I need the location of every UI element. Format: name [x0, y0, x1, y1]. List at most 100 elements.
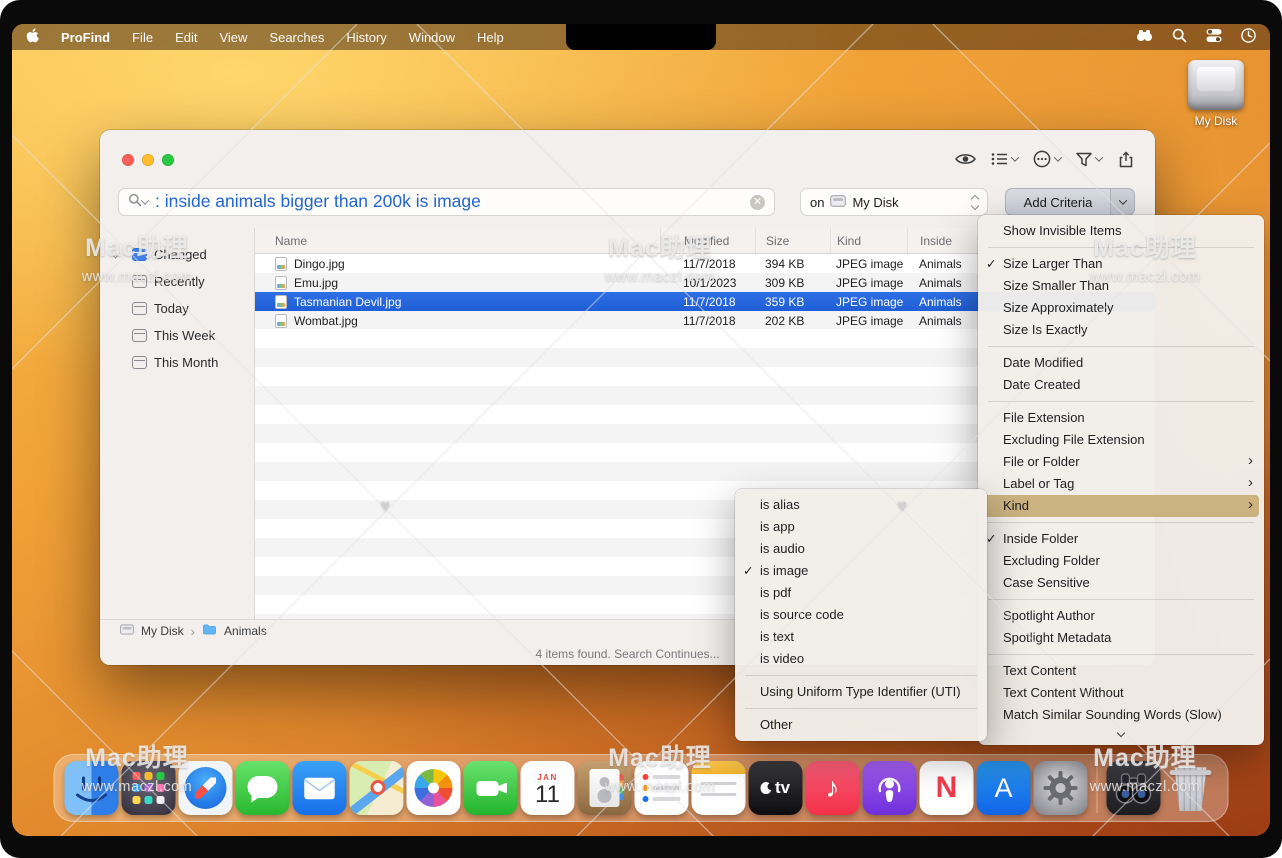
menu-item-text-content-without[interactable]: Text Content Without: [978, 682, 1264, 704]
dock-contacts-icon[interactable]: [578, 761, 632, 815]
menu-item-spotlight-metadata[interactable]: Spotlight Metadata: [978, 627, 1264, 649]
dock-appletv-icon[interactable]: tv: [749, 761, 803, 815]
column-header-kind[interactable]: Kind: [830, 228, 907, 253]
file-name-cell: Dingo.jpg: [255, 257, 660, 271]
dock-maps-icon[interactable]: [350, 761, 404, 815]
search-icon[interactable]: [1172, 28, 1187, 46]
sidebar-item-this-month[interactable]: This Month: [100, 349, 254, 376]
dock-launchpad-icon[interactable]: [122, 761, 176, 815]
menu-item-is-alias[interactable]: is alias: [735, 494, 987, 516]
clock-icon[interactable]: [1241, 28, 1256, 46]
add-criteria-dropdown-segment[interactable]: [1110, 189, 1134, 215]
dock-news-icon[interactable]: N: [920, 761, 974, 815]
sidebar-item-this-week[interactable]: This Week: [100, 322, 254, 349]
dock-safari-icon[interactable]: [179, 761, 233, 815]
zoom-button[interactable]: [162, 154, 174, 166]
clear-search-button[interactable]: ✕: [750, 195, 765, 210]
menu-item-size-approximately[interactable]: Size Approximately: [978, 297, 1264, 319]
menu-item-is-audio[interactable]: is audio: [735, 538, 987, 560]
sidebar-item-changed[interactable]: Changed: [100, 241, 254, 268]
menubar-app-name[interactable]: ProFind: [61, 30, 110, 45]
menu-item-label-or-tag[interactable]: Label or Tag›: [978, 473, 1264, 495]
dock-notes-icon[interactable]: [692, 761, 746, 815]
dock-calendar-icon[interactable]: JAN11: [521, 761, 575, 815]
menu-item-inside-folder[interactable]: ✓Inside Folder: [978, 528, 1264, 550]
menu-item-text-content[interactable]: Text Content: [978, 660, 1264, 682]
menu-item-excluding-file-extension[interactable]: Excluding File Extension: [978, 429, 1264, 451]
dock-music-icon[interactable]: ♪: [806, 761, 860, 815]
menu-item-file-or-folder[interactable]: File or Folder›: [978, 451, 1264, 473]
more-actions-button[interactable]: [1033, 150, 1061, 168]
dock-profind-icon[interactable]: [1107, 761, 1161, 815]
menubar-menu-window[interactable]: Window: [409, 30, 455, 45]
sidebar-item-today[interactable]: Today: [100, 295, 254, 322]
menu-item-excluding-folder[interactable]: Excluding Folder: [978, 550, 1264, 572]
minimize-button[interactable]: [142, 154, 154, 166]
apple-menu-icon[interactable]: [26, 28, 39, 47]
menubar-binoculars-icon[interactable]: [1136, 29, 1153, 45]
menu-item-spotlight-author[interactable]: Spotlight Author: [978, 605, 1264, 627]
menu-item-date-modified[interactable]: Date Modified: [978, 352, 1264, 374]
search-input[interactable]: : inside animals bigger than 200k is ima…: [118, 188, 775, 216]
screen: ProFind File Edit View Searches History …: [12, 24, 1270, 836]
dock-divider: [1097, 763, 1098, 813]
video-camera-icon: [476, 781, 498, 796]
share-button[interactable]: [1117, 151, 1135, 168]
menubar-menu-edit[interactable]: Edit: [175, 30, 197, 45]
menu-item-show-invisible-items[interactable]: Show Invisible Items: [978, 220, 1264, 242]
pinwheel-icon: [415, 769, 453, 807]
menu-item-is-app[interactable]: is app: [735, 516, 987, 538]
menubar-menu-file[interactable]: File: [132, 30, 153, 45]
dock-messages-icon[interactable]: [236, 761, 290, 815]
menubar-menu-view[interactable]: View: [219, 30, 247, 45]
add-criteria-button[interactable]: Add Criteria: [1005, 188, 1135, 216]
menubar-menu-help[interactable]: Help: [477, 30, 504, 45]
file-name-cell: Wombat.jpg: [255, 314, 660, 328]
dock-settings-icon[interactable]: [1034, 761, 1088, 815]
search-location-popup[interactable]: on My Disk: [800, 188, 988, 216]
menu-item-other[interactable]: Other: [735, 714, 987, 736]
path-separator: ›: [191, 624, 195, 639]
menu-item-size-larger-than[interactable]: ✓Size Larger Than: [978, 253, 1264, 275]
launchpad-grid: [133, 772, 165, 804]
menubar-menu-history[interactable]: History: [346, 30, 386, 45]
dock-appstore-icon[interactable]: A: [977, 761, 1031, 815]
view-options-button[interactable]: [991, 152, 1018, 166]
path-item-my-disk[interactable]: My Disk: [141, 624, 184, 638]
menubar-menu-searches[interactable]: Searches: [269, 30, 324, 45]
disclosure-chevron-icon[interactable]: [111, 249, 121, 259]
menu-item-is-image[interactable]: ✓is image: [735, 560, 987, 582]
dock-finder-icon[interactable]: [65, 761, 119, 815]
filter-button[interactable]: [1076, 152, 1102, 167]
preview-eye-button[interactable]: [955, 152, 976, 166]
menu-separator: [988, 401, 1254, 402]
dock-podcasts-icon[interactable]: [863, 761, 917, 815]
menu-scroll-down-indicator[interactable]: [978, 726, 1264, 740]
menu-item-size-smaller-than[interactable]: Size Smaller Than: [978, 275, 1264, 297]
menu-item-kind[interactable]: Kind›: [983, 495, 1259, 517]
path-item-animals[interactable]: Animals: [224, 624, 267, 638]
desktop-disk-icon[interactable]: My Disk: [1180, 60, 1252, 128]
dock-trash-icon[interactable]: [1164, 761, 1218, 815]
menu-item-using-uti[interactable]: Using Uniform Type Identifier (UTI): [735, 681, 987, 703]
menu-item-is-text[interactable]: is text: [735, 626, 987, 648]
column-header-name[interactable]: Name: [255, 228, 660, 253]
menu-item-file-extension[interactable]: File Extension: [978, 407, 1264, 429]
dock-reminders-icon[interactable]: [635, 761, 689, 815]
sidebar-item-recently[interactable]: Recently: [100, 268, 254, 295]
menu-item-date-created[interactable]: Date Created: [978, 374, 1264, 396]
menu-item-case-sensitive[interactable]: Case Sensitive: [978, 572, 1264, 594]
menu-item-match-similar-sounding-words[interactable]: Match Similar Sounding Words (Slow): [978, 704, 1264, 726]
menu-item-is-source-code[interactable]: is source code: [735, 604, 987, 626]
control-center-icon[interactable]: [1206, 28, 1222, 46]
menu-item-size-is-exactly[interactable]: Size Is Exactly: [978, 319, 1264, 341]
menu-item-is-video[interactable]: is video: [735, 648, 987, 670]
column-header-modified[interactable]: Modified: [660, 228, 755, 253]
column-header-size[interactable]: Size: [755, 228, 830, 253]
close-button[interactable]: [122, 154, 134, 166]
dock-photos-icon[interactable]: [407, 761, 461, 815]
add-criteria-label: Add Criteria: [1006, 195, 1110, 210]
dock-mail-icon[interactable]: [293, 761, 347, 815]
dock-facetime-icon[interactable]: [464, 761, 518, 815]
menu-item-is-pdf[interactable]: is pdf: [735, 582, 987, 604]
